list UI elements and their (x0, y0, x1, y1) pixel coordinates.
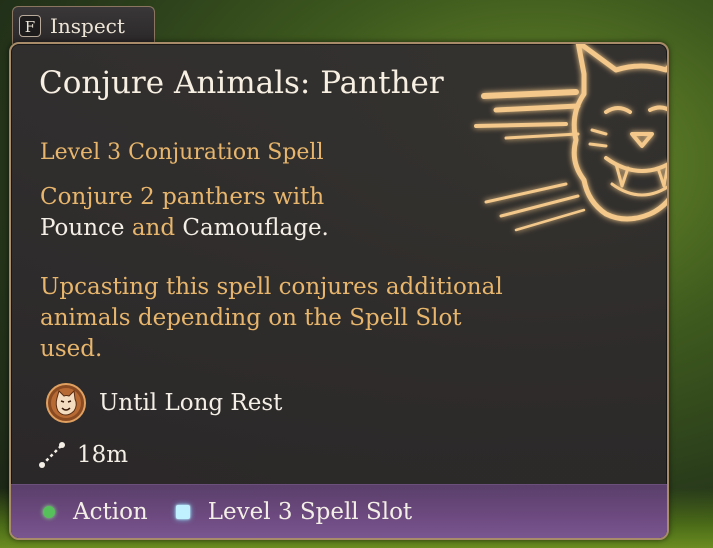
spell-description: Conjure 2 panthers with Pounce and Camou… (40, 182, 520, 244)
description-and: and (124, 215, 183, 241)
inspect-tab[interactable]: F Inspect (12, 6, 155, 44)
spell-tooltip: Conjure Animals: Panther Level 3 Conjura… (9, 42, 669, 540)
panther-duration-icon (46, 383, 86, 423)
duration-text: Until Long Rest (99, 390, 283, 416)
range-text: 18m (77, 442, 129, 468)
inspect-key: F (19, 14, 41, 37)
spell-slot-icon (175, 504, 190, 519)
description-line1: Conjure 2 panthers with (40, 184, 325, 210)
inspect-label: Inspect (50, 13, 125, 38)
upcast-text: Upcasting this spell conjures additional… (40, 274, 503, 362)
range-row: 18m (37, 440, 128, 470)
range-icon (39, 442, 65, 468)
spell-title: Conjure Animals: Panther (39, 65, 444, 101)
duration-row: Until Long Rest (45, 382, 282, 424)
pounce-keyword[interactable]: Pounce (40, 215, 125, 241)
camouflage-keyword[interactable]: Camouflage. (182, 215, 328, 241)
spell-subtitle: Level 3 Conjuration Spell (40, 140, 324, 165)
cost-footer: Action Level 3 Spell Slot (11, 484, 667, 538)
action-cost: Action (73, 498, 148, 525)
action-dot-icon (43, 505, 55, 518)
spell-slot-cost: Level 3 Spell Slot (207, 498, 413, 525)
